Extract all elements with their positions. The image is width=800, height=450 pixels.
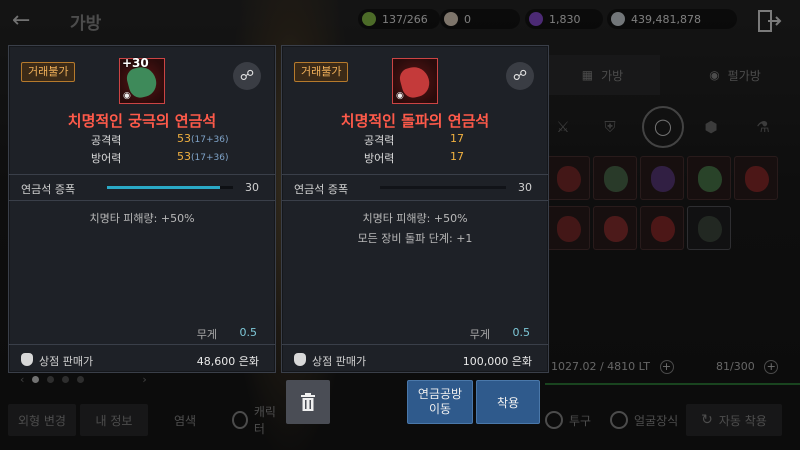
stat-label: 공격력: [91, 134, 122, 147]
stat-row: 공격력 53(17+36): [9, 132, 275, 148]
item-name: 치명적인 궁극의 연금석: [67, 112, 217, 130]
stat-value: 53(17+36): [177, 132, 228, 145]
price-value: 48,600 은화: [196, 355, 259, 368]
weight-value: 0.5: [512, 326, 531, 339]
item-icon: +30 ◉: [119, 56, 165, 104]
amplify-label: 연금석 증폭: [294, 183, 349, 196]
divider: [282, 174, 548, 175]
price-row: 상점 판매가 100,000 은화: [282, 344, 548, 374]
stat-value: 53(17+36): [177, 150, 228, 163]
card-header: 거래불가 ◉ ☍ 치명적인 돌파의 연금석 공격력 17 방어력 17: [282, 46, 548, 178]
divider: [282, 200, 548, 201]
alchemy-workshop-label: 연금공방 이동: [417, 387, 463, 416]
amplify-bar-fill: [380, 186, 506, 189]
stat-row: 방어력 53(17+36): [9, 150, 275, 166]
delete-button[interactable]: [286, 380, 330, 424]
amplify-row: 연금석 증폭 30: [282, 178, 548, 198]
item-icon: ◉: [392, 58, 438, 104]
link-icon[interactable]: ☍: [233, 62, 261, 90]
money-bag-icon: [294, 353, 306, 366]
stat-value: 17: [450, 150, 464, 163]
untradable-badge: 거래불가: [21, 62, 76, 82]
divider: [9, 200, 275, 201]
equip-button[interactable]: 착용: [476, 380, 540, 424]
stat-label: 방어력: [364, 152, 395, 165]
effect-text: 치명타 피해량: +50%: [362, 212, 468, 225]
weight-label: 무게: [196, 328, 217, 341]
weight-label: 무게: [469, 328, 490, 341]
price-label: 상점 판매가: [312, 355, 367, 368]
money-bag-icon: [21, 353, 33, 366]
divider: [9, 174, 275, 175]
amplify-bar: [107, 186, 233, 189]
item-tooltip-card: 거래불가 +30 ◉ ☍ 치명적인 궁극의 연금석 공격력 53(17+36) …: [8, 45, 276, 373]
amplify-label: 연금석 증폭: [21, 183, 76, 196]
effect-text: 치명타 피해량: +50%: [89, 212, 195, 225]
stat-row: 공격력 17: [282, 132, 548, 148]
effect-text: 모든 장비 돌파 단계: +1: [357, 232, 473, 245]
weight-value: 0.5: [239, 326, 258, 339]
item-name: 치명적인 돌파의 연금석: [340, 112, 490, 130]
untradable-badge: 거래불가: [294, 62, 349, 82]
card-header: 거래불가 +30 ◉ ☍ 치명적인 궁극의 연금석 공격력 53(17+36) …: [9, 46, 275, 178]
stat-label: 공격력: [364, 134, 395, 147]
amplify-value: 30: [518, 181, 532, 194]
alchemy-workshop-button[interactable]: 연금공방 이동: [407, 380, 473, 424]
stat-detail: (17+36): [191, 153, 229, 163]
amplify-bar: [380, 186, 506, 189]
item-tooltip-card: 거래불가 ◉ ☍ 치명적인 돌파의 연금석 공격력 17 방어력 17 연금석 …: [281, 45, 549, 373]
link-icon[interactable]: ☍: [506, 62, 534, 90]
stat-number: 53: [177, 132, 191, 145]
price-value: 100,000 은화: [462, 355, 532, 368]
stat-number: 53: [177, 150, 191, 163]
stat-detail: (17+36): [191, 135, 229, 145]
amplify-row: 연금석 증폭 30: [9, 178, 275, 198]
stat-row: 방어력 17: [282, 150, 548, 166]
price-label: 상점 판매가: [39, 355, 94, 368]
enhance-level: +30: [122, 56, 149, 70]
amplify-value: 30: [245, 181, 259, 194]
trash-icon: [301, 393, 315, 411]
price-row: 상점 판매가 48,600 은화: [9, 344, 275, 374]
weight-row: 무게 0.5: [9, 326, 275, 342]
stat-value: 17: [450, 132, 464, 145]
amplify-bar-fill: [107, 186, 221, 189]
lock-icon: ◉: [396, 91, 404, 101]
stat-label: 방어력: [91, 152, 122, 165]
equip-label: 착용: [496, 395, 520, 410]
lock-icon: ◉: [123, 91, 131, 101]
weight-row: 무게 0.5: [282, 326, 548, 342]
